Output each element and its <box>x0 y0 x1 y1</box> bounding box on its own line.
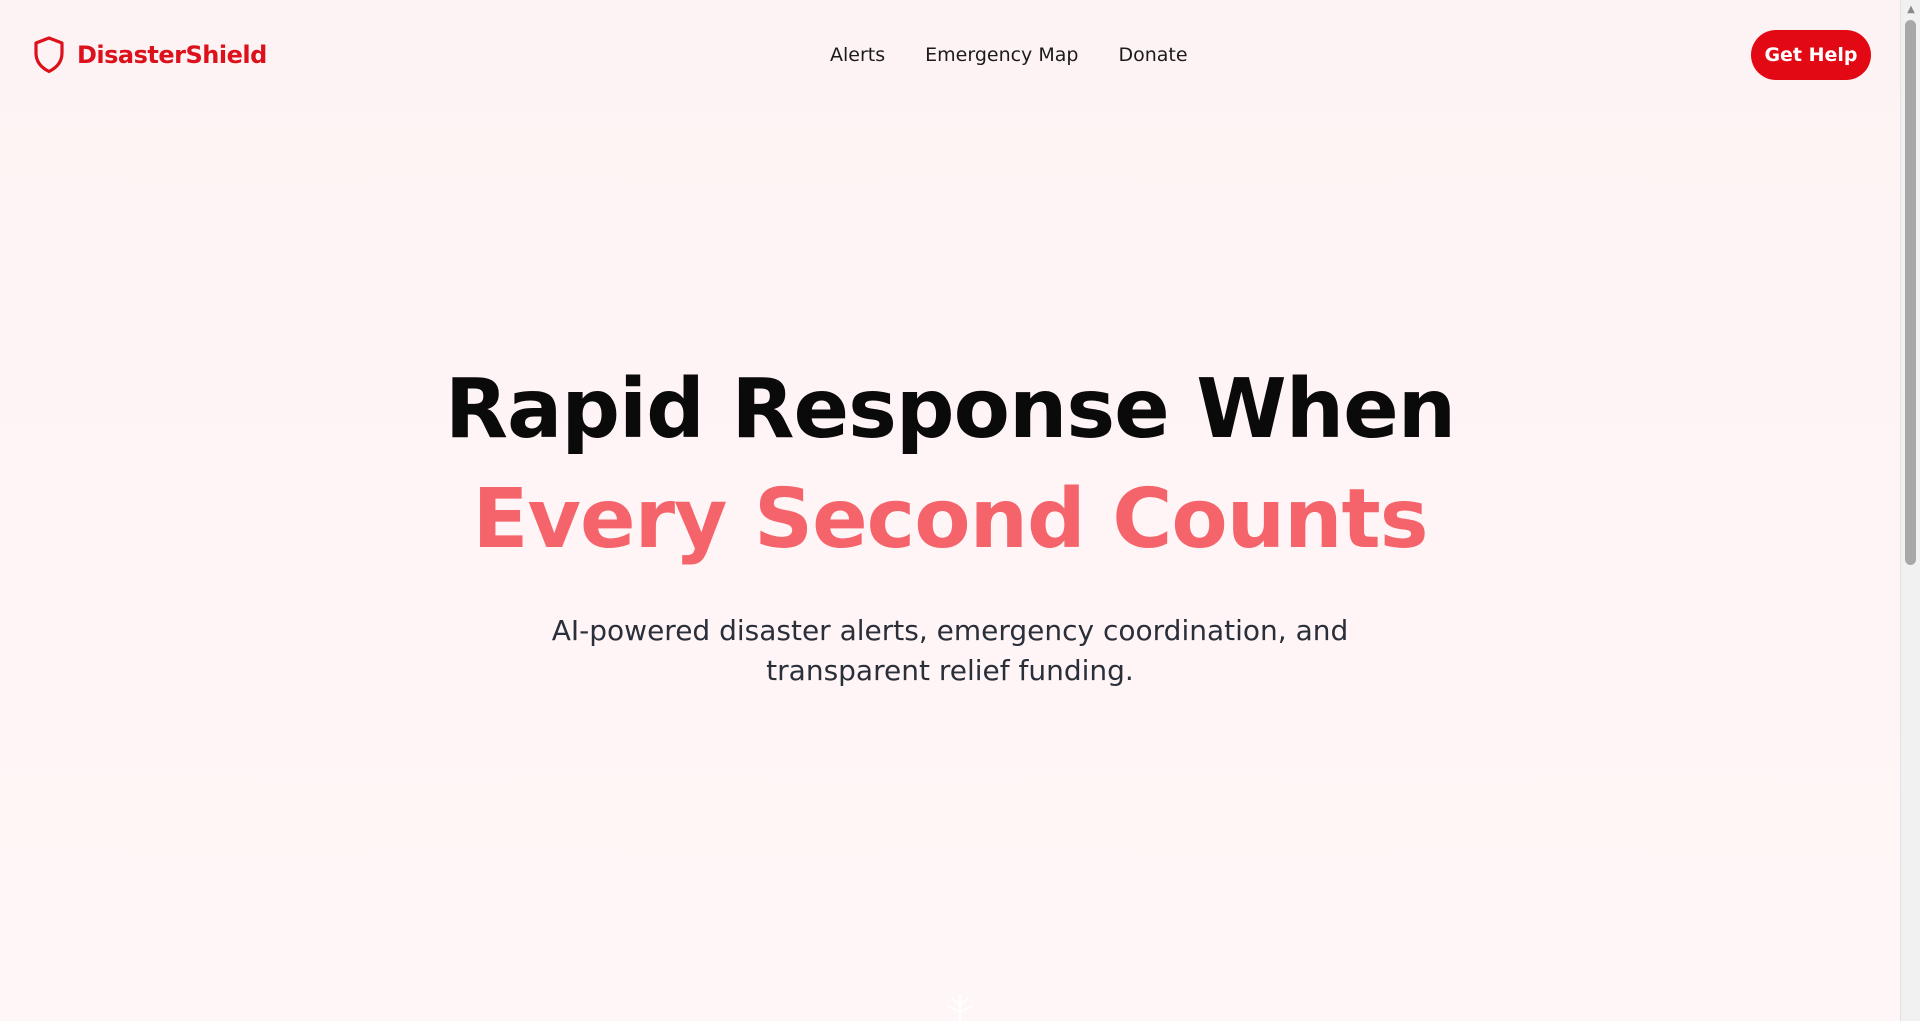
nav-link-emergency-map[interactable]: Emergency Map <box>925 44 1078 66</box>
nav-link-donate[interactable]: Donate <box>1118 44 1187 66</box>
main-nav: Alerts Emergency Map Donate <box>830 44 1188 66</box>
site-header: DisasterShield Alerts Emergency Map Dona… <box>0 0 1900 112</box>
hero-title: Rapid Response When Every Second Counts <box>0 355 1900 575</box>
hero-title-line2: Every Second Counts <box>472 472 1428 567</box>
get-help-button[interactable]: Get Help <box>1751 30 1871 80</box>
hero-subtitle: AI-powered disaster alerts, emergency co… <box>551 614 1349 687</box>
page-viewport: DisasterShield Alerts Emergency Map Dona… <box>0 0 1900 1021</box>
hero-title-line1: Rapid Response When <box>444 362 1456 457</box>
brand-logo-link[interactable]: DisasterShield <box>33 36 267 74</box>
brand-name: DisasterShield <box>77 41 267 69</box>
scroll-indicator-icon <box>940 990 980 1021</box>
shield-icon <box>33 36 65 74</box>
triangle-up-icon[interactable]: ▲ <box>1901 0 1920 18</box>
vertical-scrollbar[interactable]: ▲ <box>1900 0 1920 1021</box>
hero-section: Rapid Response When Every Second Counts … <box>0 355 1900 691</box>
nav-link-alerts[interactable]: Alerts <box>830 44 885 66</box>
scrollbar-thumb[interactable] <box>1905 20 1916 565</box>
